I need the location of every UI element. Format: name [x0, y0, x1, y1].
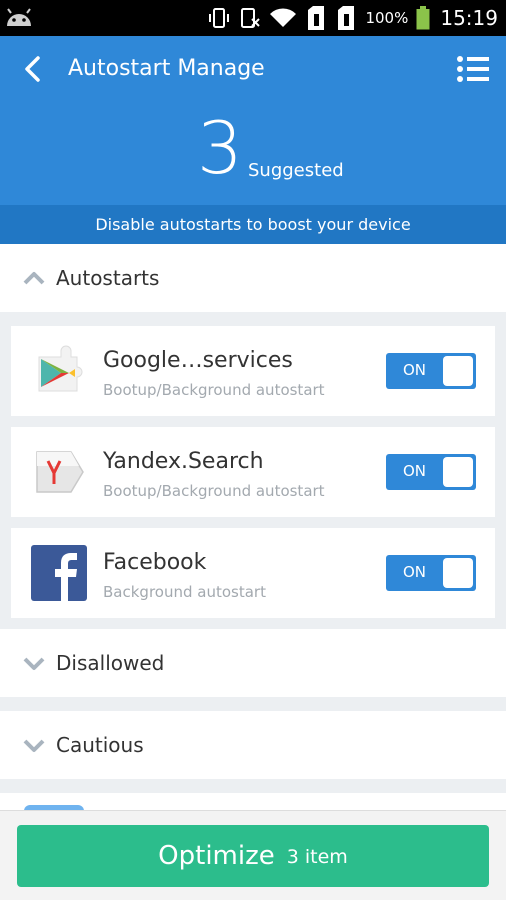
- chevron-up-icon: [23, 272, 45, 285]
- sim2-icon: [338, 6, 355, 30]
- toggle-knob: [443, 457, 473, 487]
- optimize-label: Optimize: [158, 841, 275, 871]
- chevron-down-icon: [23, 739, 45, 752]
- app-card-yandex-search: Yandex.Search Bootup/Background autostar…: [11, 427, 495, 517]
- app-name: Facebook: [103, 550, 207, 575]
- section-autostarts[interactable]: Autostarts: [0, 244, 506, 312]
- vibrate-icon: [209, 8, 230, 28]
- sim1-icon: [308, 6, 325, 30]
- section-label: Disallowed: [56, 651, 165, 675]
- suggested-label: Suggested: [248, 160, 344, 181]
- data-off-icon: [241, 8, 261, 28]
- app-autostart-type: Background autostart: [103, 583, 266, 601]
- battery-percent: 100%: [365, 9, 409, 27]
- autostart-toggle[interactable]: ON: [386, 555, 476, 591]
- optimize-button[interactable]: Optimize 3 item: [17, 825, 489, 887]
- app-autostart-type: Bootup/Background autostart: [103, 381, 325, 399]
- chevron-down-icon: [23, 657, 45, 670]
- clock: 15:19: [440, 6, 498, 30]
- toggle-state: ON: [403, 361, 427, 379]
- app-autostart-type: Bootup/Background autostart: [103, 482, 325, 500]
- header-subtitle: Disable autostarts to boost your device: [0, 205, 506, 244]
- battery-icon: [416, 6, 430, 30]
- app-card-google-services: Google…services Bootup/Background autost…: [11, 326, 495, 416]
- bottom-action-bar: Optimize 3 item: [0, 810, 506, 900]
- autostart-toggle[interactable]: ON: [386, 454, 476, 490]
- section-disallowed[interactable]: Disallowed: [0, 629, 506, 697]
- app-card-facebook: Facebook Background autostart ON: [11, 528, 495, 618]
- facebook-icon: [31, 545, 87, 601]
- list-menu-icon[interactable]: [456, 54, 490, 84]
- toggle-state: ON: [403, 563, 427, 581]
- app-header: Autostart Manage 3 Suggested: [0, 36, 506, 205]
- section-label: Cautious: [56, 733, 144, 757]
- toggle-state: ON: [403, 462, 427, 480]
- wifi-icon: [270, 8, 297, 27]
- section-label: Autostarts: [56, 266, 160, 290]
- app-name: Google…services: [103, 348, 293, 373]
- autostart-toggle[interactable]: ON: [386, 353, 476, 389]
- suggested-count: 3: [197, 106, 243, 190]
- toggle-knob: [443, 356, 473, 386]
- page-title: Autostart Manage: [68, 56, 265, 81]
- toggle-knob: [443, 558, 473, 588]
- google-play-services-icon: [38, 345, 83, 392]
- status-bar: 100% 15:19: [0, 0, 506, 36]
- yandex-search-icon: [36, 451, 84, 493]
- back-arrow-icon[interactable]: [18, 54, 48, 84]
- optimize-count: 3 item: [286, 846, 348, 868]
- app-name: Yandex.Search: [103, 449, 264, 474]
- android-icon: [7, 8, 31, 26]
- section-cautious[interactable]: Cautious: [0, 711, 506, 779]
